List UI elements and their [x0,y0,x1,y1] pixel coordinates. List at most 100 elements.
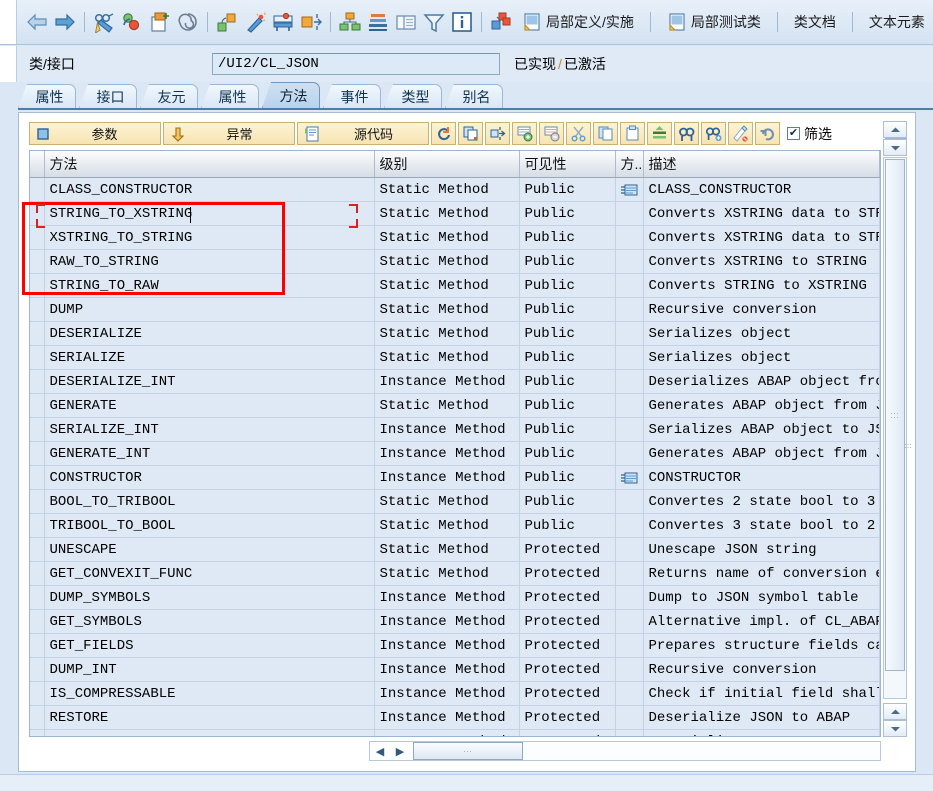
cell-visibility[interactable]: Public [519,489,616,514]
table-row[interactable]: RAW_TO_STRING Static Method Public Converts… [30,249,880,274]
cell-description[interactable]: Deserialize JSON to ABAP [643,705,880,730]
cell-description[interactable]: Converts STRING to XSTRING [643,273,880,298]
source-code-button[interactable]: 源代码 [297,122,429,145]
parameters-button[interactable]: 参数 [29,122,161,145]
tab-attributes[interactable]: 属性 [201,84,259,108]
table-horizontal-scrollbar[interactable]: ◀ ▶ ⋯ [369,741,881,761]
cell-description[interactable]: Alternative impl. of CL_ABAP_STRUCTDES [643,609,880,634]
paste-icon[interactable] [620,122,645,145]
row-select-cell[interactable] [30,681,45,706]
table-row[interactable]: GET_CONVEXIT_FUNC Static Method Protected R… [30,561,880,586]
cell-visibility[interactable]: Public [519,273,616,298]
tab-friends[interactable]: 友元 [140,84,198,108]
row-select-cell[interactable] [30,345,45,370]
cell-visibility[interactable]: Protected [519,729,616,736]
cell-level[interactable]: Static Method [374,225,520,250]
cell-method[interactable]: DESERIALIZE [44,321,375,346]
row-select-cell[interactable] [30,321,45,346]
cell-method[interactable]: UNESCAPE [44,537,375,562]
filter-icon[interactable] [420,7,448,37]
cell-method[interactable]: TRIBOOL_TO_BOOL [44,513,375,538]
row-select-cell[interactable] [30,393,45,418]
row-select-cell[interactable] [30,561,45,586]
refresh-icon[interactable] [431,122,456,145]
cell-visibility[interactable]: Protected [519,537,616,562]
panel-resize-grip[interactable]: ⋯ ⋯ [904,441,913,452]
table-row[interactable]: CLASS_CONSTRUCTOR Static Method Public CLAS… [30,177,880,202]
table-row[interactable]: DUMP_SYMBOLS Instance Method Protected Dump… [30,585,880,610]
hscroll-thumb[interactable]: ⋯ [413,742,523,760]
cell-visibility[interactable]: Public [519,441,616,466]
cell-visibility[interactable]: Protected [519,705,616,730]
table-row[interactable]: XSTRING_TO_STRING Static Method Public Conv… [30,225,880,250]
signature-icon[interactable] [728,122,753,145]
cell-method[interactable]: CONSTRUCTOR [44,465,375,490]
cell-visibility[interactable]: Public [519,345,616,370]
table-row[interactable]: CONSTRUCTOR Instance Method Public CONSTRUC… [30,465,880,490]
cell-method[interactable]: XSTRING_TO_STRING [44,225,375,250]
table-row[interactable]: STRING_TO_XSTRING Static Method Public Conv… [30,201,880,226]
cell-method[interactable]: SERIALIZE_INT [44,417,375,442]
cell-level[interactable]: Static Method [374,177,520,202]
redefine-icon[interactable] [269,7,297,37]
undo-icon[interactable] [755,122,780,145]
cell-method[interactable]: CLASS_CONSTRUCTOR [44,177,375,202]
info-icon[interactable] [448,7,476,37]
cell-level[interactable]: Instance Method [374,417,520,442]
cell-level[interactable]: Static Method [374,393,520,418]
find-next-icon[interactable] [701,122,726,145]
scroll-page-down-button[interactable] [883,720,907,737]
cell-level[interactable]: Static Method [374,321,520,346]
row-select-cell[interactable] [30,537,45,562]
tab-properties[interactable]: 属性 [18,84,76,108]
cell-level[interactable]: Static Method [374,489,520,514]
cell-method[interactable]: STRING_TO_RAW [44,273,375,298]
cell-visibility[interactable]: Protected [519,681,616,706]
table-row[interactable]: STRING_TO_RAW Static Method Public Converts… [30,273,880,298]
cell-level[interactable]: Instance Method [374,729,520,736]
cell-method[interactable]: STRING_TO_XSTRING [44,201,375,226]
table-row[interactable]: DESERIALIZE_INT Instance Method Public Dese… [30,369,880,394]
cell-method[interactable]: DESERIALIZE_INT [44,369,375,394]
cell-method[interactable]: GENERATE_INT [44,441,375,466]
cell-visibility[interactable]: Public [519,249,616,274]
cell-method[interactable]: IS_COMPRESSABLE [44,681,375,706]
scroll-right-button[interactable]: ▶ [390,742,410,760]
row-select-cell[interactable] [30,633,45,658]
cell-level[interactable]: Instance Method [374,369,520,394]
cell-visibility[interactable]: Protected [519,657,616,682]
cell-method[interactable]: BOOL_TO_TRIBOOL [44,489,375,514]
row-select-cell[interactable] [30,489,45,514]
cell-level[interactable]: Static Method [374,513,520,538]
scroll-page-up-button[interactable] [883,703,907,720]
cell-level[interactable]: Instance Method [374,585,520,610]
class-interface-input[interactable] [212,53,500,75]
cell-level[interactable]: Instance Method [374,657,520,682]
table-row[interactable]: RESTORE_TYPEInstance MethodProtected Dese… [30,729,880,736]
filter-checkbox[interactable]: ✔ 筛选 [787,124,832,144]
cell-description[interactable]: Serializes ABAP object to JSON [643,417,880,442]
filter-checkbox-box[interactable]: ✔ [787,127,800,140]
local-test-class-button[interactable]: 局部测试类 [660,9,768,35]
row-select-cell[interactable] [30,729,45,736]
cell-level[interactable]: Static Method [374,297,520,322]
cell-description[interactable]: Generates ABAP object from JSON [643,393,880,418]
row-select-cell[interactable] [30,273,45,298]
cell-visibility[interactable]: Public [519,465,616,490]
cell-description[interactable]: Recursive conversion [643,297,880,322]
table-row[interactable]: SERIALIZE Static Method Public Serializes o… [30,345,880,370]
column-header-level[interactable]: 级别 [374,151,520,178]
insert-row-icon[interactable] [512,122,537,145]
cell-method[interactable]: DUMP_INT [44,657,375,682]
cell-level[interactable]: Instance Method [374,633,520,658]
list-icon[interactable] [392,7,420,37]
cell-visibility[interactable]: Public [519,201,616,226]
row-select-cell[interactable] [30,705,45,730]
scroll-down-button[interactable] [883,139,907,156]
cell-description[interactable]: Prepares structure fields cache [643,633,880,658]
row-select-cell[interactable] [30,417,45,442]
tab-aliases[interactable]: 别名 [445,84,503,108]
cell-visibility[interactable]: Protected [519,609,616,634]
scroll-up-button[interactable] [883,121,907,138]
column-header-description[interactable]: 描述 [643,151,880,178]
